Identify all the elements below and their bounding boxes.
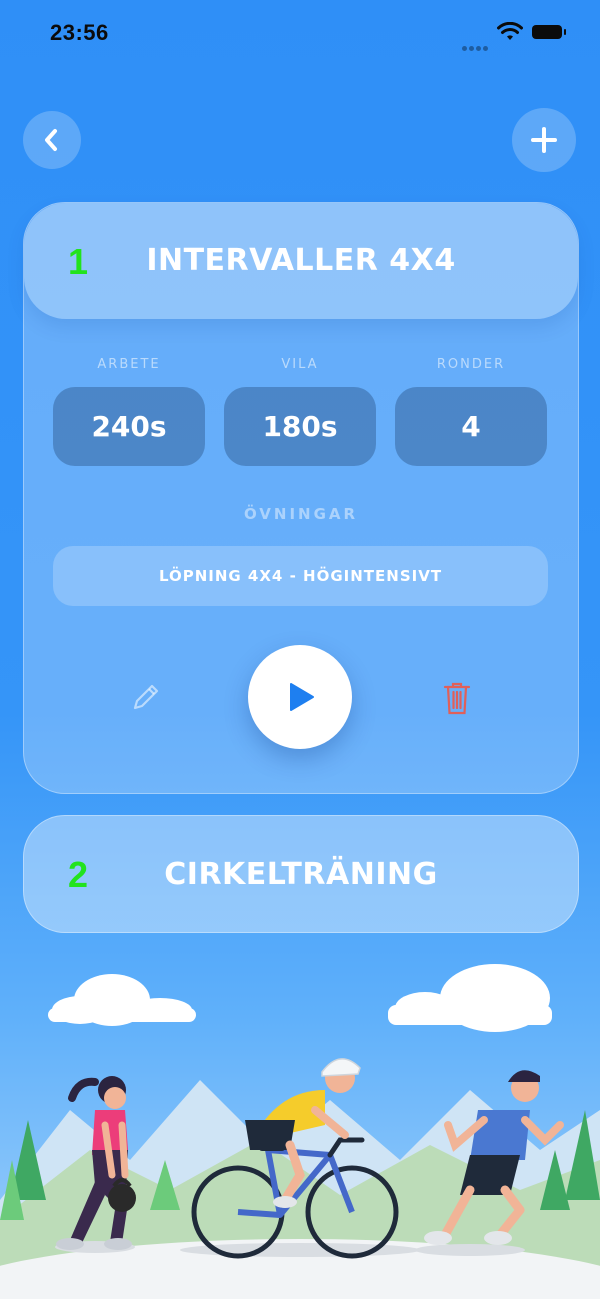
people-exercising-illustration	[0, 964, 600, 1299]
rest-value: 180s	[224, 387, 376, 466]
play-icon	[290, 683, 314, 711]
rounds-value: 4	[395, 387, 547, 466]
add-workout-button[interactable]	[512, 108, 576, 172]
play-button[interactable]	[248, 645, 352, 749]
workout-header-1[interactable]: 1 INTERVALLER 4X4	[24, 203, 578, 319]
workout-card-2[interactable]: 2 CIRKELTRÄNING	[23, 815, 579, 933]
cloud-icon	[388, 964, 552, 1032]
exercise-item: LÖPNING 4X4 - HÖGINTENSIVT	[53, 546, 548, 606]
plus-icon	[531, 127, 557, 153]
work-value: 240s	[53, 387, 205, 466]
rounds-label: RONDER	[436, 357, 506, 372]
work-label: ARBETE	[97, 357, 161, 372]
workout-title: CIRKELTRÄNING	[164, 857, 438, 892]
pencil-icon	[133, 684, 159, 710]
wifi-icon	[497, 22, 523, 40]
status-time: 23:56	[50, 20, 109, 45]
trash-icon	[443, 682, 471, 715]
battery-icon	[532, 25, 566, 39]
signal-icon	[462, 36, 490, 55]
status-bar: 23:56	[0, 0, 600, 70]
cloud-icon	[48, 974, 196, 1026]
rest-label: VILA	[281, 357, 319, 372]
chevron-left-icon	[45, 129, 57, 151]
delete-button[interactable]	[442, 680, 472, 716]
workout-card-1: 1 INTERVALLER 4X4 ARBETE VILA RONDER 240…	[23, 202, 579, 794]
back-button[interactable]	[23, 111, 81, 169]
workout-title: INTERVALLER 4X4	[146, 243, 456, 278]
exercises-label: ÖVNINGAR	[243, 505, 359, 523]
edit-button[interactable]	[130, 681, 162, 713]
